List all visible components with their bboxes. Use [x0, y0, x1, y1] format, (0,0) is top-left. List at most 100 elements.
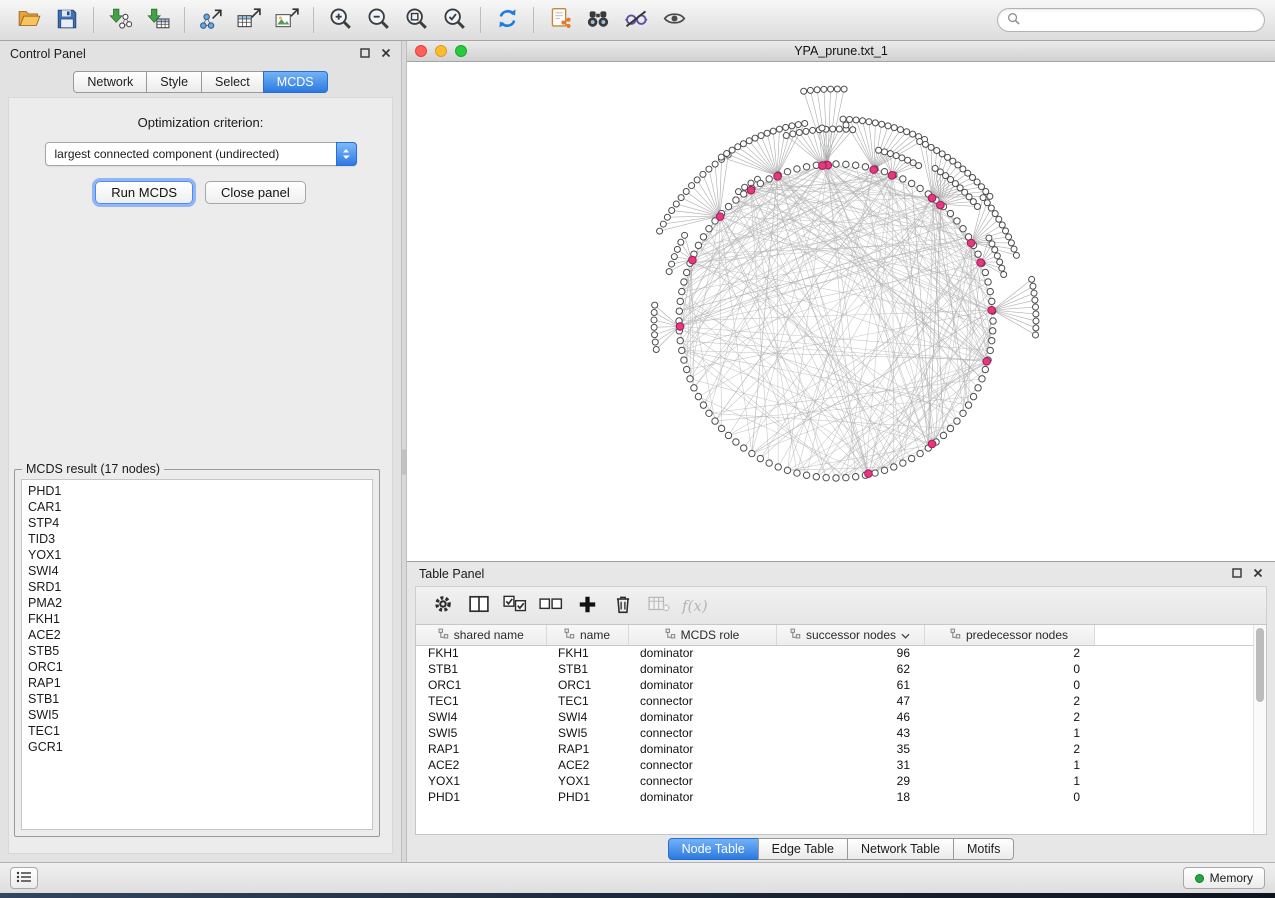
main-toolbar	[0, 0, 1275, 41]
open-file-button[interactable]	[10, 4, 48, 36]
mcds-result-item[interactable]: YOX1	[22, 547, 372, 563]
column-header-predecessor-nodes[interactable]: predecessor nodes	[924, 625, 1094, 645]
float-panel-icon[interactable]	[360, 47, 370, 61]
table-row[interactable]: SWI4SWI4dominator462	[416, 709, 1253, 725]
window-zoom-icon[interactable]	[455, 45, 467, 57]
table-row[interactable]: ORC1ORC1dominator610	[416, 677, 1253, 693]
mcds-result-item[interactable]: SRD1	[22, 579, 372, 595]
deselect-all-button[interactable]	[534, 591, 568, 621]
global-search-box[interactable]	[997, 8, 1265, 32]
tab-edge-table[interactable]: Edge Table	[758, 838, 848, 860]
table-row[interactable]: RAP1RAP1dominator352	[416, 741, 1253, 757]
column-header-mcds-role[interactable]: MCDS role	[628, 625, 776, 645]
zoom-out-button[interactable]	[359, 4, 397, 36]
desktop-background-strip	[0, 893, 1275, 898]
tab-select[interactable]: Select	[201, 71, 264, 93]
select-all-button[interactable]	[498, 591, 532, 621]
mcds-result-item[interactable]: SWI5	[22, 707, 372, 723]
close-panel-icon[interactable]	[381, 47, 391, 61]
delete-column-button[interactable]	[606, 591, 640, 621]
refresh-button[interactable]	[488, 4, 526, 36]
table-row[interactable]: STB1STB1dominator620	[416, 661, 1253, 677]
tab-node-table[interactable]: Node Table	[668, 838, 759, 860]
mcds-result-item[interactable]: FKH1	[22, 611, 372, 627]
table-row[interactable]: PHD1PHD1dominator180	[416, 789, 1253, 805]
table-row[interactable]: YOX1YOX1connector291	[416, 773, 1253, 789]
binoculars-icon	[586, 9, 610, 31]
chevron-down-icon[interactable]	[901, 628, 910, 642]
main-area: Control Panel Network Style Select MCDS …	[0, 41, 1275, 862]
mcds-result-item[interactable]: GCR1	[22, 739, 372, 755]
control-panel-title: Control Panel	[10, 47, 86, 61]
mcds-result-item[interactable]: STB5	[22, 643, 372, 659]
import-network-button[interactable]	[101, 4, 139, 36]
show-columns-button[interactable]	[462, 591, 496, 621]
run-mcds-button[interactable]: Run MCDS	[95, 181, 193, 204]
network-graph[interactable]	[407, 62, 1275, 561]
scrollbar-thumb[interactable]	[1256, 628, 1264, 702]
tab-network-table[interactable]: Network Table	[847, 838, 954, 860]
splitter-handle-icon[interactable]	[402, 449, 406, 475]
table-row[interactable]: FKH1FKH1dominator962	[416, 645, 1253, 661]
binoculars-search-button[interactable]	[579, 4, 617, 36]
mcds-result-item[interactable]: ACE2	[22, 627, 372, 643]
table-tabs: Node Table Edge Table Network Table Moti…	[407, 835, 1275, 862]
add-column-button[interactable]	[570, 591, 604, 621]
float-table-panel-icon[interactable]	[1232, 567, 1242, 581]
close-table-panel-icon[interactable]	[1253, 567, 1263, 581]
table-row[interactable]: TEC1TEC1connector472	[416, 693, 1253, 709]
columns-icon	[469, 595, 489, 616]
tab-network[interactable]: Network	[73, 71, 147, 93]
column-header-name[interactable]: name	[546, 625, 628, 645]
mcds-result-item[interactable]: CAR1	[22, 499, 372, 515]
mcds-result-list[interactable]: PHD1CAR1STP4TID3YOX1SWI4SRD1PMA2FKH1ACE2…	[21, 479, 373, 830]
search-icon	[1007, 12, 1020, 28]
mcds-result-item[interactable]: TID3	[22, 531, 372, 547]
column-header-successor-nodes[interactable]: successor nodes	[776, 625, 924, 645]
mcds-panel-body: Optimization criterion: largest connecte…	[8, 97, 393, 854]
checked-boxes-icon	[503, 595, 527, 616]
share-document-button[interactable]	[541, 4, 579, 36]
memory-button[interactable]: Memory	[1183, 867, 1265, 889]
window-minimize-icon[interactable]	[435, 45, 447, 57]
table-row[interactable]: ACE2ACE2connector311	[416, 757, 1253, 773]
export-network-button[interactable]	[192, 4, 230, 36]
save-session-button[interactable]	[48, 4, 86, 36]
mcds-result-item[interactable]: TEC1	[22, 723, 372, 739]
export-image-button[interactable]	[268, 4, 306, 36]
zoom-fit-button[interactable]	[397, 4, 435, 36]
show-eye-button[interactable]	[655, 4, 693, 36]
mcds-result-item[interactable]: STB1	[22, 691, 372, 707]
import-table-button[interactable]	[139, 4, 177, 36]
column-header-shared-name[interactable]: shared name	[416, 625, 546, 645]
task-history-button[interactable]	[10, 867, 38, 889]
tab-style[interactable]: Style	[146, 71, 202, 93]
tab-mcds[interactable]: MCDS	[263, 71, 328, 93]
zoom-fit-icon	[405, 7, 428, 33]
column-header-filler	[1094, 625, 1253, 645]
table-settings-button[interactable]	[426, 591, 460, 621]
mcds-result-item[interactable]: PMA2	[22, 595, 372, 611]
tab-motifs[interactable]: Motifs	[953, 838, 1014, 860]
mcds-result-item[interactable]: STP4	[22, 515, 372, 531]
mcds-result-item[interactable]: SWI4	[22, 563, 372, 579]
hide-glasses-button[interactable]	[617, 4, 655, 36]
table-row[interactable]: SWI5SWI5connector431	[416, 725, 1253, 741]
zoom-in-button[interactable]	[321, 4, 359, 36]
mcds-result-item[interactable]: ORC1	[22, 659, 372, 675]
function-builder-button-disabled: f(x)	[682, 597, 708, 615]
import-network-icon	[108, 8, 132, 33]
unchecked-boxes-icon	[539, 597, 563, 614]
export-table-button[interactable]	[230, 4, 268, 36]
search-input[interactable]	[1026, 13, 1255, 27]
window-close-icon[interactable]	[415, 45, 427, 57]
table-scrollbar[interactable]	[1253, 625, 1266, 834]
mcds-result-item[interactable]: PHD1	[22, 483, 372, 499]
import-table-icon	[146, 8, 170, 33]
close-panel-button[interactable]: Close panel	[205, 181, 306, 204]
zoom-selected-button[interactable]	[435, 4, 473, 36]
criterion-dropdown[interactable]: largest connected component (undirected)	[45, 142, 357, 166]
network-canvas[interactable]	[407, 62, 1275, 561]
network-window-titlebar[interactable]: YPA_prune.txt_1	[407, 41, 1275, 62]
mcds-result-item[interactable]: RAP1	[22, 675, 372, 691]
